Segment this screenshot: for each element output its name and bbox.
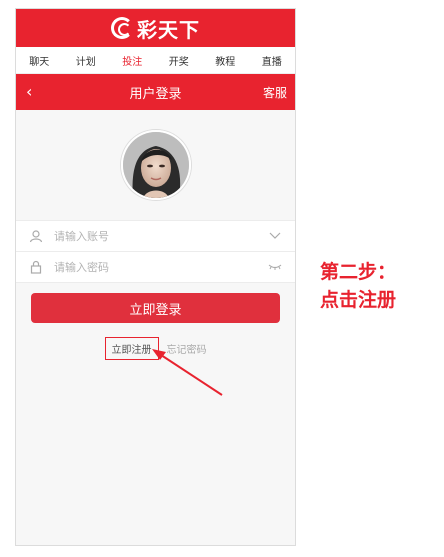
eye-closed-icon[interactable] xyxy=(267,261,283,273)
avatar-area xyxy=(16,110,295,220)
avatar xyxy=(120,130,191,200)
auth-links: 立即注册 忘记密码 xyxy=(16,337,295,360)
chevron-down-icon[interactable] xyxy=(267,230,283,242)
customer-service-link[interactable]: 客服 xyxy=(263,84,287,101)
login-form xyxy=(16,220,295,283)
brand-logo: 彩天下 xyxy=(111,14,200,43)
phone-frame: 彩天下 聊天 计划 投注 开奖 教程 直播 ‹ 用户登录 客服 请输入账号 立即… xyxy=(15,8,296,546)
nav-tabs: 聊天 计划 投注 开奖 教程 直播 xyxy=(16,47,295,74)
tab-live[interactable]: 直播 xyxy=(249,53,296,68)
tab-draw[interactable]: 开奖 xyxy=(156,53,203,68)
password-row xyxy=(16,252,295,283)
logo-icon xyxy=(111,17,133,39)
tab-chat[interactable]: 聊天 xyxy=(16,53,63,68)
brand-bar: 彩天下 xyxy=(16,9,295,47)
step-instruction: 点击注册 xyxy=(320,289,397,311)
account-row xyxy=(16,221,295,252)
forgot-password-link[interactable]: 忘记密码 xyxy=(167,341,207,356)
tab-bet[interactable]: 投注 xyxy=(109,53,156,68)
brand-name: 彩天下 xyxy=(137,17,200,42)
login-button[interactable]: 立即登录 xyxy=(31,293,280,323)
page-header: ‹ 用户登录 客服 xyxy=(16,74,295,110)
back-icon[interactable]: ‹ xyxy=(26,82,32,101)
register-link[interactable]: 立即注册 xyxy=(104,337,159,360)
page-title: 用户登录 xyxy=(129,86,182,102)
step-annotation: 第二步： 点击注册 xyxy=(320,258,396,314)
password-input[interactable] xyxy=(52,259,267,275)
tab-tutorial[interactable]: 教程 xyxy=(202,53,249,68)
user-icon xyxy=(28,228,44,244)
step-title: 第二步： xyxy=(320,261,397,283)
tab-plan[interactable]: 计划 xyxy=(63,53,110,68)
lock-icon xyxy=(28,259,44,275)
account-input[interactable] xyxy=(52,228,267,244)
